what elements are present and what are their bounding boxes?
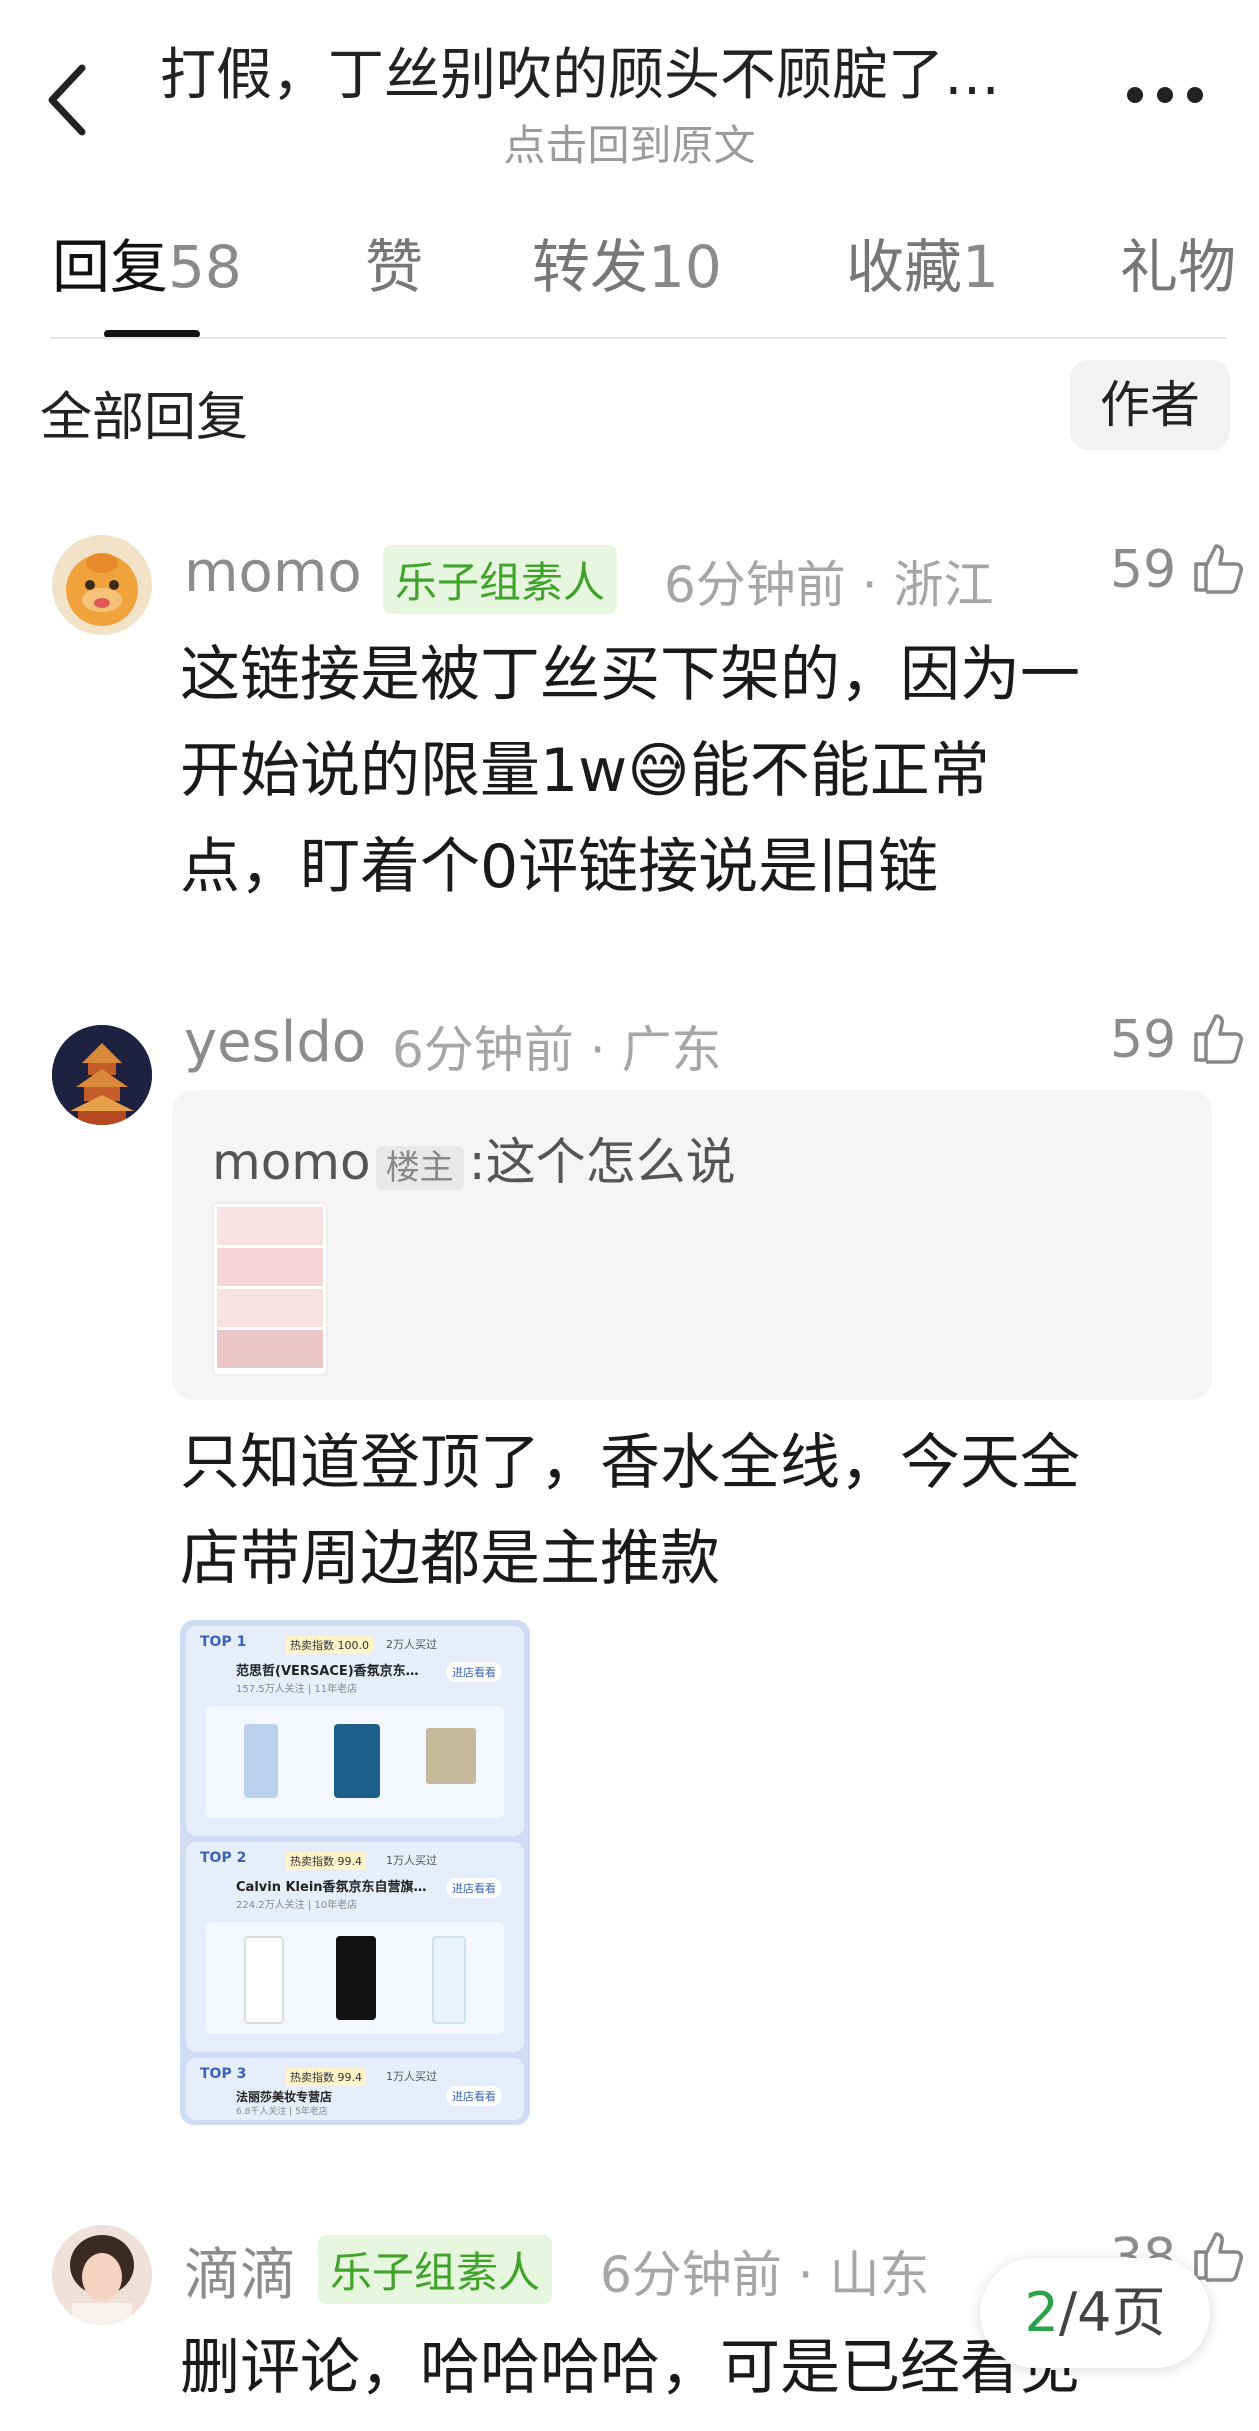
tab-gifts[interactable]: 礼物 (1120, 220, 1236, 304)
perfume-bottle-icon (432, 1936, 466, 2024)
tab-divider (50, 337, 1226, 339)
all-replies-label: 全部回复 (40, 388, 249, 448)
comment-meta: 6分钟前 · 浙江 (664, 556, 994, 614)
perfume-bottle-icon (244, 1724, 278, 1798)
quote-username: momo (212, 1133, 371, 1191)
comment-meta: 6分钟前 · 山东 (600, 2246, 930, 2304)
perfume-bottle-icon (244, 1936, 284, 2024)
quote-text: :这个怎么说 (468, 1133, 736, 1191)
tab-reposts[interactable]: 转发10 (532, 220, 722, 304)
comment-username[interactable]: yesldo (184, 1010, 366, 1075)
page-indicator[interactable]: 2/4页 (980, 2258, 1210, 2368)
comment-username[interactable]: momo (184, 540, 362, 605)
avatar[interactable] (52, 1025, 152, 1125)
cartoon-avatar-icon (66, 553, 138, 626)
thumbs-up-icon[interactable] (1190, 1010, 1246, 1066)
ranking-card: TOP 1 热卖指数 100.0 2万人买过 范思哲(VERSACE)香氛京东…… (186, 1626, 524, 1836)
gift-box-icon (426, 1728, 476, 1784)
perfume-bottle-icon (336, 1936, 376, 2020)
like-count: 59 (1110, 540, 1177, 600)
comment-meta: 6分钟前 · 广东 (392, 1021, 722, 1079)
ranking-card: TOP 2 热卖指数 99.4 1万人买过 Calvin Klein香氛京东自营… (186, 1842, 524, 2052)
thumbs-up-icon[interactable] (1190, 2228, 1246, 2284)
quote-header: momo 楼主 :这个怎么说 (212, 1122, 736, 1194)
thumbs-up-icon[interactable] (1190, 540, 1246, 596)
owner-badge: 楼主 (375, 1146, 464, 1190)
comment-text: 只知道登顶了，香水全线，今天全 店带周边都是主推款 (180, 1428, 1080, 1594)
ranking-image[interactable]: TOP 1 热卖指数 100.0 2万人买过 范思哲(VERSACE)香氛京东…… (180, 1620, 530, 2125)
portrait-avatar-icon (52, 2225, 152, 2325)
more-icon[interactable] (1120, 80, 1210, 110)
quote-image-thumbnail[interactable] (212, 1202, 328, 1376)
post-title[interactable]: 打假，丁丝别吹的顾头不顾腚了… (160, 30, 1120, 111)
tab-replies[interactable]: 回复58 (52, 220, 242, 304)
user-badge: 乐子组素人 (383, 545, 618, 614)
comment-text: 这链接是被丁丝买下架的，因为一 开始说的限量1w😅能不能正常 点，盯着个0评链接… (180, 640, 1080, 902)
like-count: 59 (1110, 1010, 1177, 1070)
ranking-card: TOP 3 热卖指数 99.4 1万人买过 法丽莎美妆专营店 6.8千人关注 |… (186, 2058, 524, 2120)
back-to-original-link[interactable]: 点击回到原文 (0, 112, 1259, 173)
user-badge: 乐子组素人 (318, 2235, 553, 2304)
tab-likes[interactable]: 赞 (365, 220, 423, 304)
author-filter-button[interactable]: 作者 (1070, 360, 1230, 450)
tab-favorites[interactable]: 收藏1 (846, 220, 999, 304)
comment-username[interactable]: 滴滴 (184, 2230, 296, 2311)
quoted-comment[interactable]: momo 楼主 :这个怎么说 (172, 1090, 1212, 1400)
avatar[interactable] (52, 2225, 152, 2325)
avatar[interactable] (52, 535, 152, 635)
pagoda-avatar-icon (52, 1025, 152, 1125)
perfume-bottle-icon (334, 1724, 380, 1798)
